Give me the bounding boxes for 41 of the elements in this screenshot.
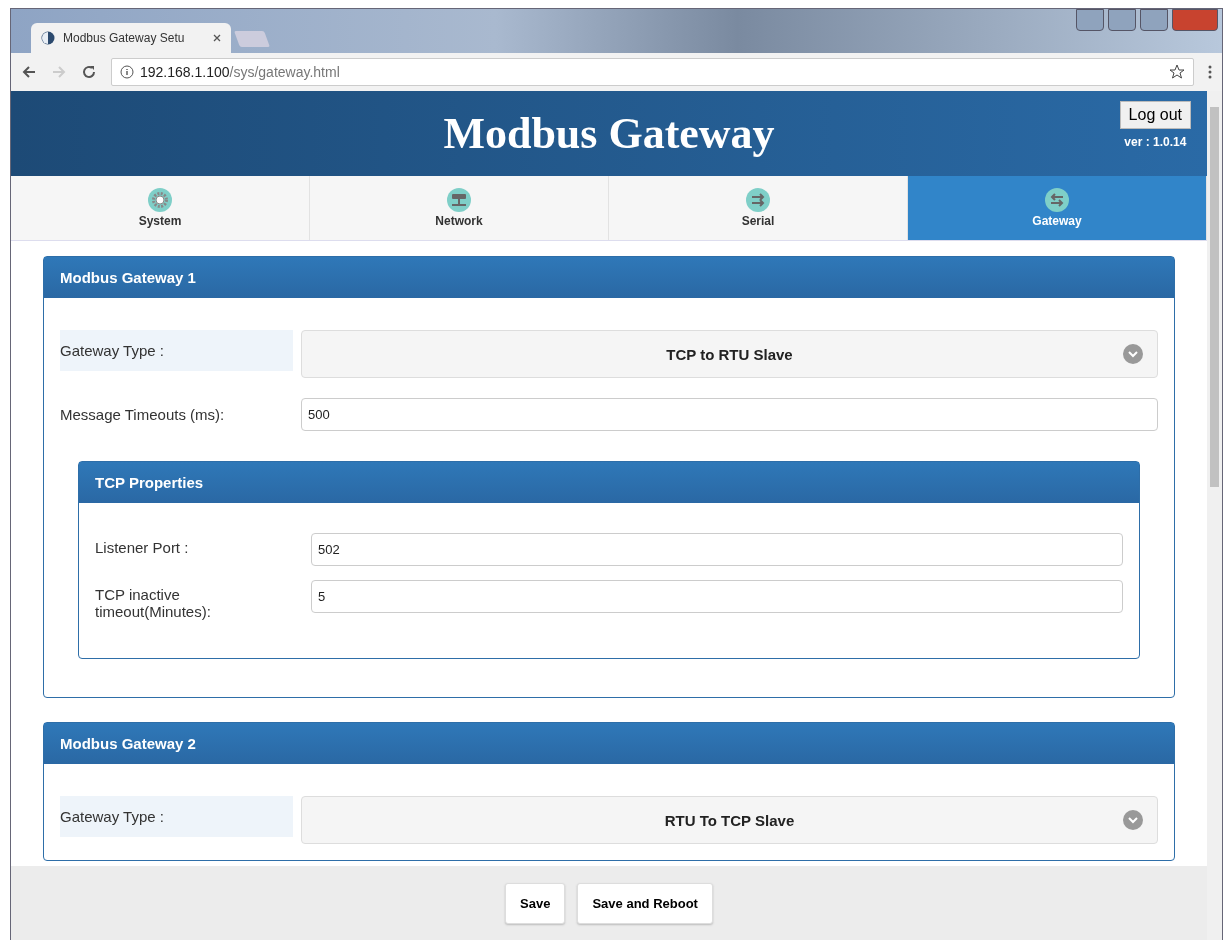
footer-button[interactable]: Save — [505, 883, 566, 924]
field-label: Gateway Type : — [60, 330, 293, 371]
gateway-type-select[interactable]: RTU To TCP Slave — [301, 796, 1158, 844]
network-icon — [447, 188, 471, 212]
browser-tab[interactable]: Modbus Gateway Setu — [31, 23, 231, 53]
gear-icon — [148, 188, 172, 212]
card-title: TCP Properties — [79, 462, 1139, 503]
close-icon[interactable] — [213, 34, 221, 42]
chevron-down-icon — [1123, 810, 1143, 830]
address-bar[interactable]: 192.168.1.100/sys/gateway.html — [111, 58, 1194, 86]
minimize-button[interactable] — [1108, 9, 1136, 31]
back-icon[interactable] — [21, 64, 37, 80]
nav-tab[interactable]: Gateway — [908, 176, 1207, 240]
page-title: Modbus Gateway — [443, 108, 775, 159]
logout-button[interactable]: Log out — [1119, 101, 1191, 129]
field-label: Listener Port : — [95, 538, 190, 558]
gateway-icon — [1045, 188, 1069, 212]
menu-icon[interactable] — [1208, 65, 1212, 79]
keyboard-button[interactable] — [1076, 9, 1104, 31]
card-title: Modbus Gateway 1 — [44, 257, 1174, 298]
nav-tab[interactable]: System — [11, 176, 310, 240]
serial-icon — [746, 188, 770, 212]
reload-icon[interactable] — [81, 64, 97, 80]
input-field[interactable]: 502 — [311, 533, 1123, 566]
input-field[interactable]: 500 — [301, 398, 1158, 431]
field-label: Gateway Type : — [60, 796, 293, 837]
field-label: Message Timeouts (ms): — [60, 405, 226, 425]
input-field[interactable]: 5 — [311, 580, 1123, 613]
field-label: TCP inactive timeout(Minutes): — [95, 585, 212, 622]
chevron-down-icon — [1123, 344, 1143, 364]
footer-button[interactable]: Save and Reboot — [577, 883, 713, 924]
info-icon — [120, 65, 134, 79]
maximize-button[interactable] — [1140, 9, 1168, 31]
gateway-type-select[interactable]: TCP to RTU Slave — [301, 330, 1158, 378]
nav-tab[interactable]: Serial — [609, 176, 908, 240]
card-title: Modbus Gateway 2 — [44, 723, 1174, 764]
star-icon[interactable] — [1169, 64, 1185, 80]
nav-tab[interactable]: Network — [310, 176, 609, 240]
close-button[interactable] — [1172, 9, 1218, 31]
globe-icon — [41, 31, 55, 45]
version-label: ver : 1.0.14 — [1124, 135, 1187, 149]
